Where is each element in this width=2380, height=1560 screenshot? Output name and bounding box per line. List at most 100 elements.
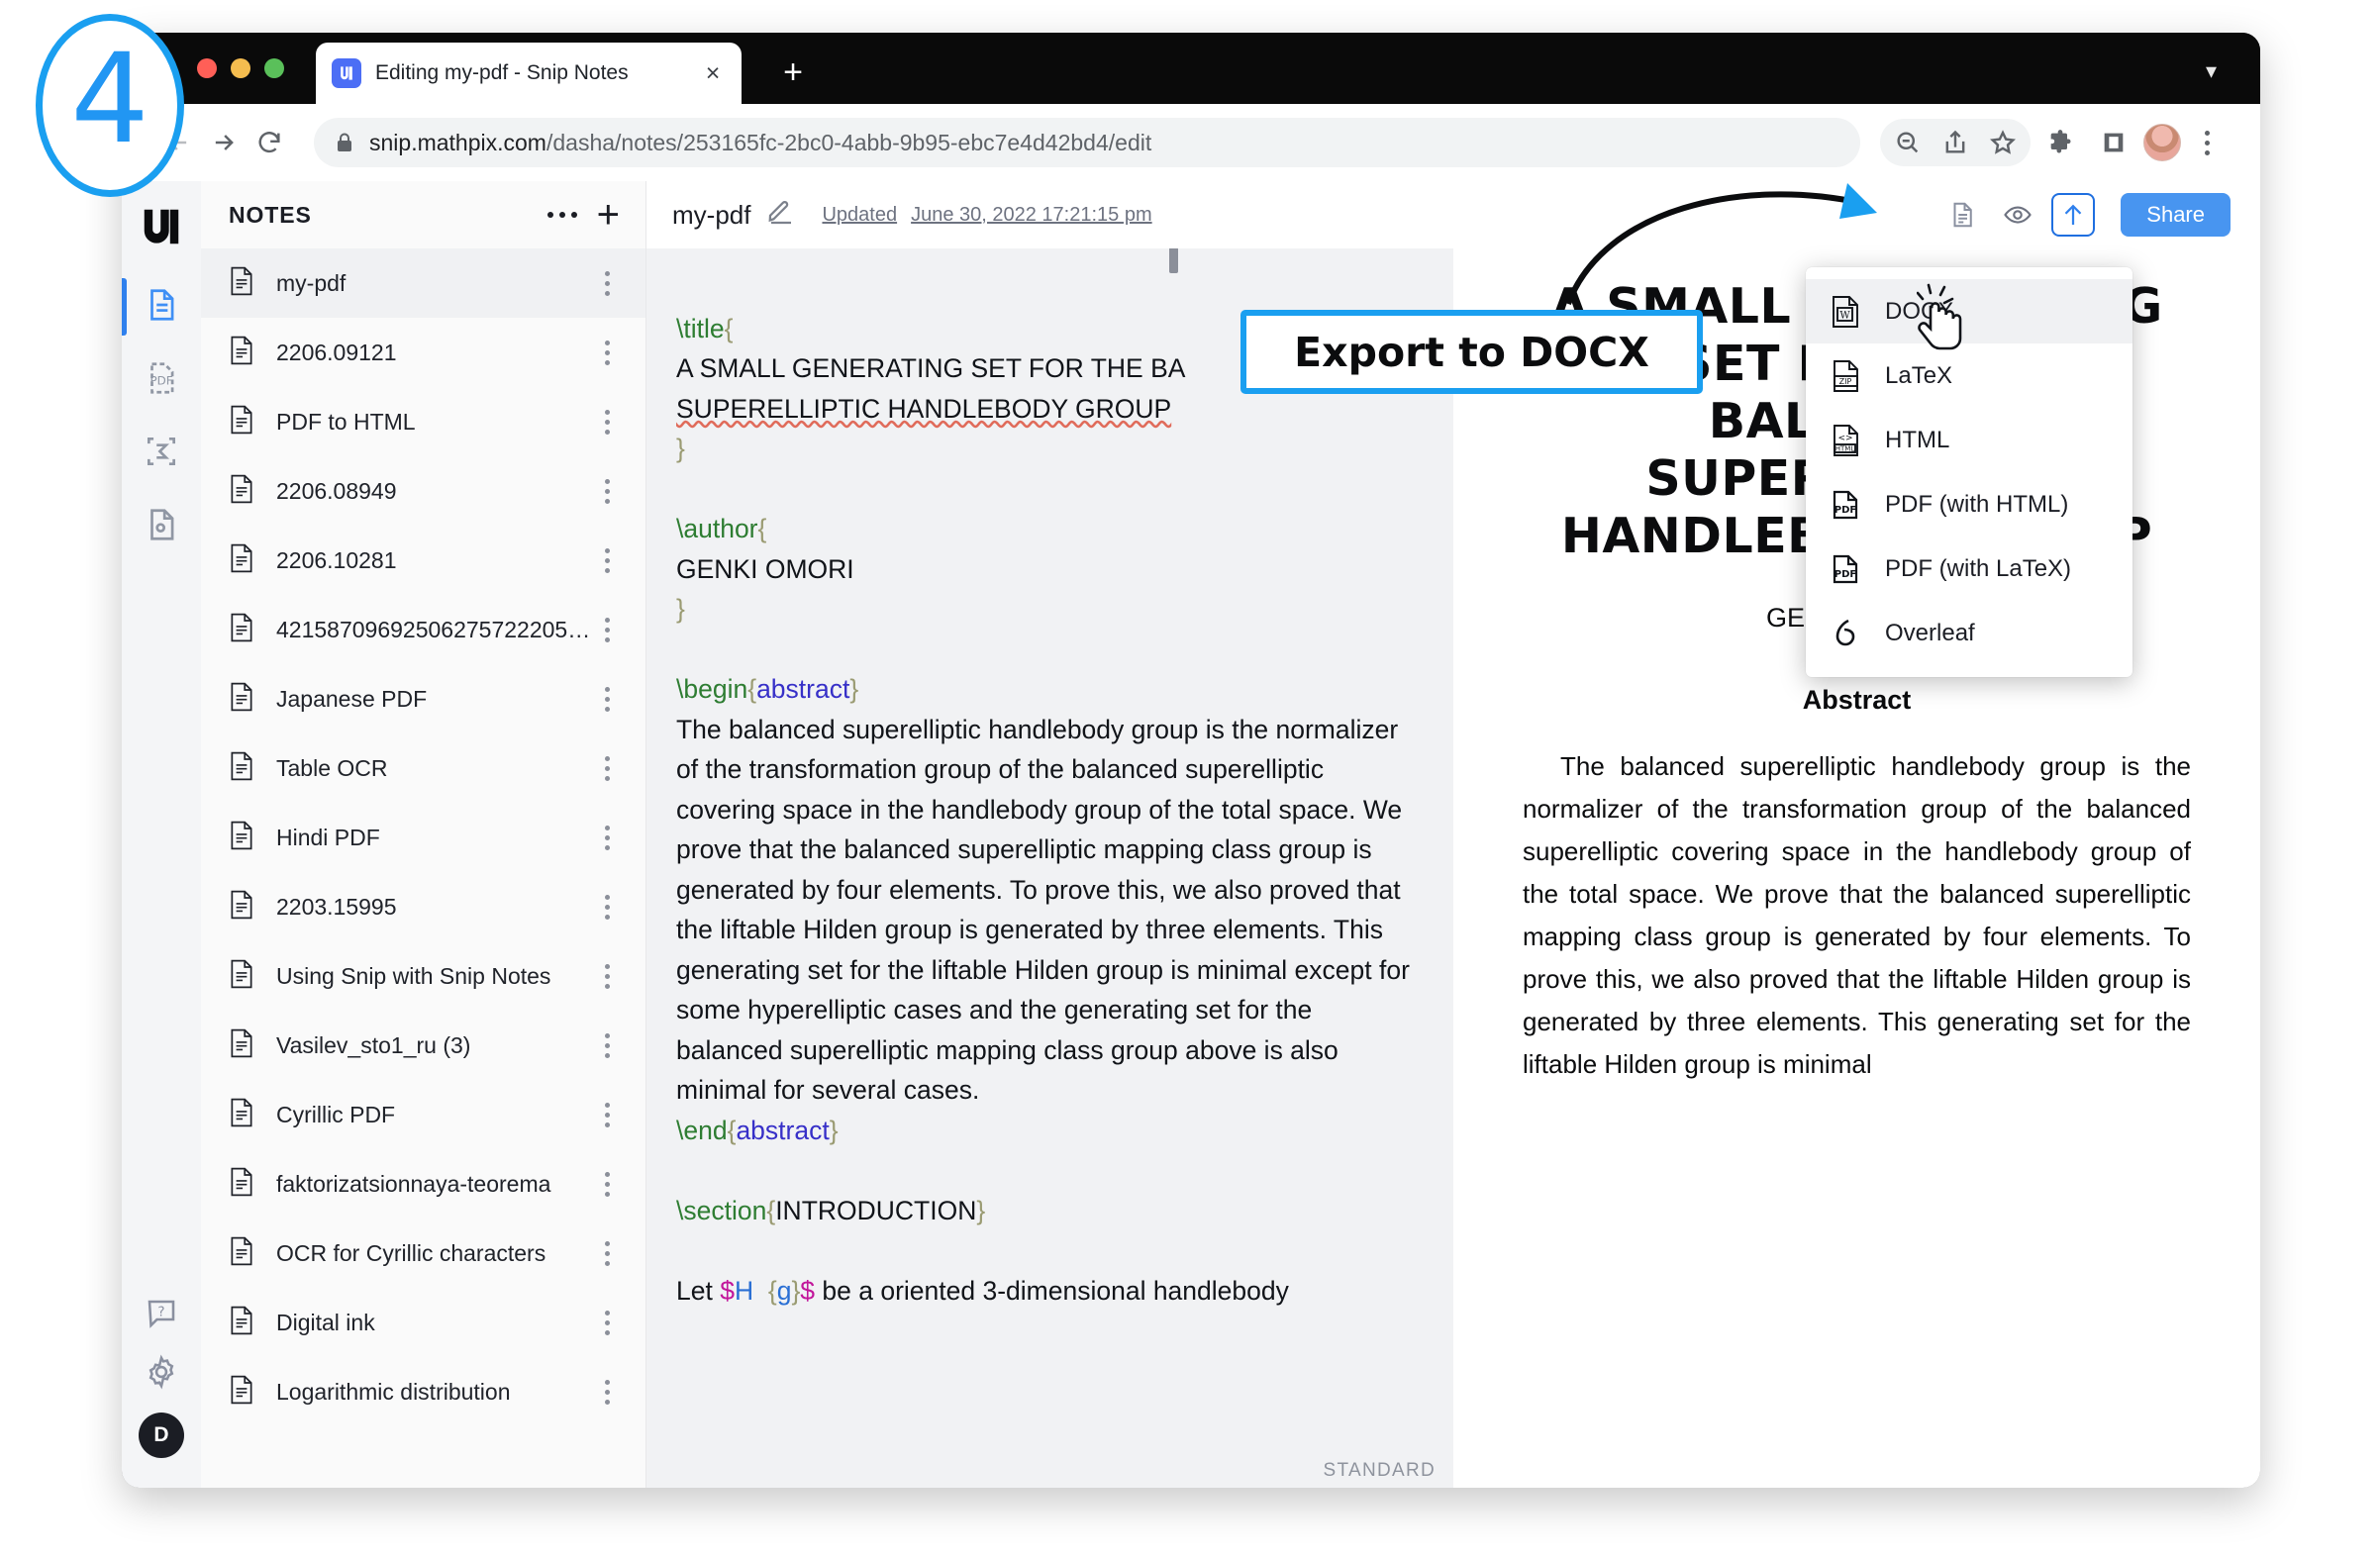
export-upload-icon[interactable] [2051, 193, 2096, 237]
sidebar-item-notes[interactable] [122, 270, 201, 343]
note-options-kebab-icon[interactable] [594, 340, 620, 365]
latex-begin-command: \begin [676, 674, 748, 704]
note-options-kebab-icon[interactable] [594, 963, 620, 989]
note-options-kebab-icon[interactable] [594, 755, 620, 781]
note-options-kebab-icon[interactable] [594, 1310, 620, 1335]
html-file-icon: <> HTML [1830, 424, 1875, 457]
note-list-item[interactable]: 2206.10281 [201, 526, 645, 595]
arrow-right-icon[interactable] [201, 120, 247, 165]
note-file-icon [229, 959, 258, 994]
export-menu-item-pdf-with-latex[interactable]: PDF PDF (with LaTeX) [1806, 536, 2132, 601]
export-menu-item-html[interactable]: <> HTML HTML [1806, 408, 2132, 472]
callout-export-to-docx: Export to DOCX [1240, 310, 1703, 394]
chevron-down-icon[interactable]: ▾ [2206, 58, 2217, 84]
close-window-button[interactable] [197, 58, 217, 78]
address-bar-url: snip.mathpix.com/dasha/notes/253165fc-2b… [369, 130, 1151, 156]
export-dropdown-menu[interactable]: W DOCX ZIP LaTeX <> HTML HTML PDF PDF (with HTML… [1806, 267, 2132, 677]
eye-preview-icon[interactable] [1996, 193, 2039, 237]
app-rail-bottom: ? D [139, 1296, 184, 1488]
latex-title-line-1: A SMALL GENERATING SET FOR THE BA [676, 353, 1186, 383]
note-list-item[interactable]: Using Snip with Snip Notes [201, 941, 645, 1011]
browser-tab[interactable]: Editing my-pdf - Snip Notes × [316, 43, 742, 104]
share-icon[interactable] [1932, 119, 1979, 166]
gear-icon[interactable] [144, 1354, 179, 1395]
overleaf-icon [1830, 617, 1875, 650]
side-panel-icon[interactable] [2090, 119, 2137, 166]
note-file-icon [229, 613, 258, 647]
svg-text:PDF: PDF [1835, 505, 1856, 516]
zoom-out-icon[interactable] [1884, 119, 1932, 166]
note-options-kebab-icon[interactable] [594, 1240, 620, 1266]
profile-avatar[interactable] [2143, 124, 2181, 161]
export-menu-item-overleaf[interactable]: Overleaf [1806, 601, 2132, 665]
maximize-window-button[interactable] [264, 58, 284, 78]
note-list-item[interactable]: faktorizatsionnaya-teorema [201, 1149, 645, 1219]
bookmark-star-icon[interactable] [1979, 119, 2027, 166]
plus-icon[interactable]: + [597, 195, 620, 235]
note-list-item[interactable]: OCR for Cyrillic characters [201, 1219, 645, 1288]
note-file-icon [229, 1236, 258, 1271]
pencil-icon[interactable] [766, 198, 800, 232]
note-list-item[interactable]: 2203.15995 [201, 872, 645, 941]
zip-file-icon: ZIP [1830, 359, 1875, 393]
note-options-kebab-icon[interactable] [594, 1171, 620, 1197]
note-list-item[interactable]: Japanese PDF [201, 664, 645, 733]
latex-abstract-body: The balanced superelliptic handlebody gr… [676, 714, 1418, 1106]
notes-list[interactable]: my-pdf 2206.09121 PDF to HTML 2206.08949 220… [201, 248, 645, 1488]
address-bar[interactable]: snip.mathpix.com/dasha/notes/253165fc-2b… [314, 118, 1860, 167]
note-file-icon [229, 543, 258, 578]
note-options-kebab-icon[interactable] [594, 894, 620, 920]
note-list-item[interactable]: 2206.09121 [201, 318, 645, 387]
latex-title-line-2: SUPERELLIPTIC HANDLEBODY GROUP [676, 393, 1172, 424]
note-list-item[interactable]: Digital ink [201, 1288, 645, 1357]
mathpix-snip-logo-icon[interactable] [136, 201, 187, 252]
more-dots-icon[interactable] [546, 212, 577, 218]
note-list-item[interactable]: Cyrillic PDF [201, 1080, 645, 1149]
minimize-window-button[interactable] [231, 58, 250, 78]
note-options-kebab-icon[interactable] [594, 617, 620, 642]
note-list-item[interactable]: Table OCR [201, 733, 645, 803]
note-options-kebab-icon[interactable] [594, 409, 620, 435]
note-options-kebab-icon[interactable] [594, 686, 620, 712]
note-options-kebab-icon[interactable] [594, 547, 620, 573]
note-list-item[interactable]: 42158709692506275722205… [201, 595, 645, 664]
note-list-item[interactable]: Vasilev_sto1_ru (3) [201, 1011, 645, 1080]
new-tab-button[interactable]: + [775, 55, 811, 92]
reload-icon[interactable] [247, 120, 292, 165]
note-list-item[interactable]: Hindi PDF [201, 803, 645, 872]
sidebar-item-image-ocr[interactable] [122, 490, 201, 563]
note-options-kebab-icon[interactable] [594, 825, 620, 850]
export-menu-item-pdf-with-html[interactable]: PDF PDF (with HTML) [1806, 472, 2132, 536]
latex-source-pane[interactable]: \title{ A SMALL GENERATING SET FOR THE B… [646, 248, 1453, 1488]
pane-resize-handle[interactable] [1169, 248, 1178, 273]
updated-label: Updated [822, 203, 898, 226]
note-list-item[interactable]: my-pdf [201, 248, 645, 318]
browser-menu-kebab-icon[interactable] [2187, 130, 2227, 155]
note-options-kebab-icon[interactable] [594, 270, 620, 296]
note-list-item[interactable]: PDF to HTML [201, 387, 645, 456]
export-menu-item-label: PDF (with LaTeX) [1885, 554, 2072, 582]
user-avatar[interactable]: D [139, 1413, 184, 1458]
note-file-icon [229, 1028, 258, 1063]
note-list-item[interactable]: Logarithmic distribution [201, 1357, 645, 1426]
pdf-file-icon: PDF [1830, 552, 1875, 586]
help-question-icon[interactable]: ? [144, 1296, 179, 1336]
close-icon[interactable]: × [700, 60, 726, 86]
note-list-item[interactable]: 2206.08949 [201, 456, 645, 526]
extensions-puzzle-icon[interactable] [2036, 119, 2084, 166]
export-menu-item-latex[interactable]: ZIP LaTeX [1806, 343, 2132, 408]
preview-abstract-heading: Abstract [1802, 685, 1912, 715]
browser-toolbar-right [1880, 119, 2227, 166]
note-options-kebab-icon[interactable] [594, 478, 620, 504]
note-list-item-label: Vasilev_sto1_ru (3) [276, 1031, 471, 1058]
note-options-kebab-icon[interactable] [594, 1102, 620, 1127]
note-list-item-label: Digital ink [276, 1309, 375, 1335]
sidebar-item-pdf[interactable]: PDF [122, 343, 201, 417]
page-title: my-pdf [672, 199, 751, 230]
note-options-kebab-icon[interactable] [594, 1032, 620, 1058]
sidebar-item-snip[interactable] [122, 417, 201, 490]
note-file-icon [229, 1375, 258, 1410]
note-file-icon [229, 474, 258, 509]
note-options-kebab-icon[interactable] [594, 1379, 620, 1405]
share-button[interactable]: Share [2121, 193, 2231, 237]
